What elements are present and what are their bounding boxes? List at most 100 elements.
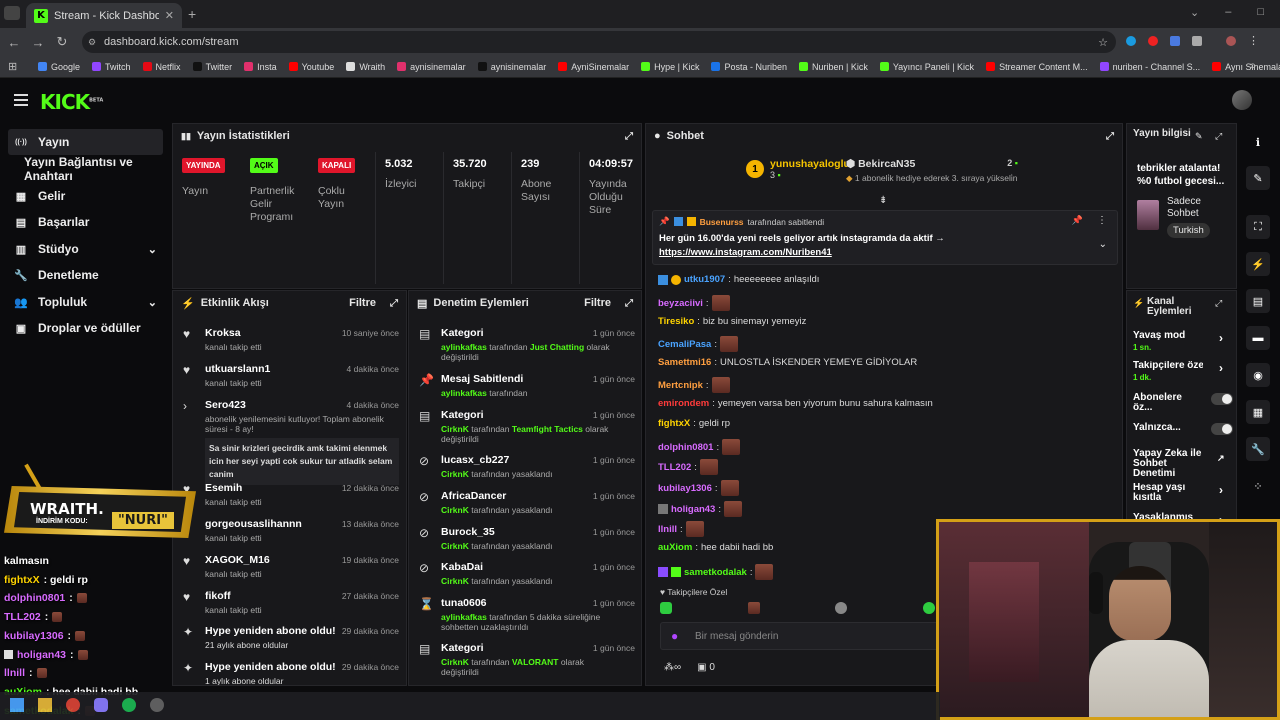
mod-actor[interactable]: aylinkafkas — [441, 612, 487, 622]
expand-icon[interactable]: ⤢ — [625, 298, 633, 309]
chat-username[interactable]: dolphin0801 — [658, 442, 713, 453]
maximize-icon[interactable]: □ — [1257, 6, 1264, 19]
chat-username[interactable]: auXiom — [658, 542, 692, 553]
chevron-right-icon[interactable]: › — [1219, 361, 1223, 375]
layout-icon[interactable]: ▦ — [1246, 400, 1270, 424]
browser-icon[interactable] — [66, 698, 80, 712]
reload-icon[interactable]: ↻ — [50, 34, 74, 50]
emote-icon[interactable] — [835, 602, 848, 614]
mod-actor[interactable]: CirknK — [441, 541, 469, 551]
hamburger-menu-icon[interactable] — [14, 94, 28, 106]
fullscreen-icon[interactable]: ⛶ — [1246, 215, 1270, 239]
chevron-down-icon[interactable]: ⌄ — [148, 296, 157, 309]
toggle-switch[interactable] — [1211, 423, 1233, 435]
discord-icon[interactable] — [94, 698, 108, 712]
expand-icon[interactable]: ⤢ — [390, 298, 398, 309]
mod-actor[interactable]: aylinkafkas — [441, 342, 487, 352]
bookmark-item[interactable]: Youtube — [288, 62, 334, 72]
chat-username[interactable]: fightxX — [658, 418, 690, 429]
unpin-icon[interactable]: 📌 — [1072, 215, 1083, 226]
chat-username[interactable]: TLL202 — [658, 462, 691, 473]
chat-username[interactable]: Mertcnipk — [658, 380, 703, 391]
windows-start-icon[interactable] — [10, 698, 24, 712]
chat-username[interactable]: llnill — [658, 524, 677, 535]
tab-close-icon[interactable]: ✕ — [165, 9, 174, 22]
expand-icon[interactable]: ⤢ — [1106, 131, 1114, 142]
apps-icon[interactable]: ⁘ — [1246, 474, 1270, 498]
sidebar-item-4[interactable]: ▥ Stüdyo ⌄ — [8, 236, 163, 262]
back-icon[interactable]: ← — [2, 35, 26, 50]
mod-actor[interactable]: CirknK — [441, 505, 469, 515]
info-icon[interactable]: ℹ — [1246, 130, 1270, 154]
emote-icon[interactable] — [922, 602, 935, 614]
bookmark-item[interactable]: Aynı Sinemalar - Ça... — [1212, 62, 1280, 72]
broadcast-icon[interactable]: ◉ — [1246, 363, 1270, 387]
bookmark-item[interactable]: aynisinemalar — [397, 62, 466, 72]
expand-icon[interactable]: ⤢ — [1215, 298, 1222, 309]
menu-dots-icon[interactable]: ⋮ — [1248, 36, 1259, 47]
extension-icon[interactable] — [1126, 36, 1136, 46]
points-icon[interactable]: ⁂∞ — [664, 662, 681, 673]
bookmark-item[interactable]: Nuriben | Kick — [798, 62, 868, 72]
bookmark-item[interactable]: Posta - Nuriben — [711, 62, 787, 72]
more-icon[interactable]: ⋮ — [1097, 215, 1107, 226]
chevron-right-icon[interactable]: › — [1219, 483, 1223, 497]
channel-action-item[interactable]: Hesap yaşı kısıtla › — [1133, 483, 1233, 503]
kick-logo[interactable]: KICKBETA — [40, 90, 103, 114]
emote-icon[interactable] — [747, 602, 760, 614]
forward-icon[interactable]: → — [26, 35, 50, 50]
external-link-icon[interactable]: ↗ — [1217, 453, 1225, 464]
chat-username[interactable]: Tiresiko — [658, 316, 694, 327]
chat-username[interactable]: emirondem — [658, 398, 709, 409]
clipboard-icon[interactable]: ▤ — [1246, 289, 1270, 313]
channel-action-item[interactable]: Abonelere öz... — [1133, 393, 1233, 413]
channel-action-item[interactable]: Yalnızca... — [1133, 423, 1233, 435]
chat-username[interactable]: utku1907 — [684, 274, 725, 285]
extension-icon[interactable] — [1170, 36, 1180, 46]
folder-icon[interactable] — [38, 698, 52, 712]
wrench-icon[interactable]: 🔧 — [1246, 437, 1270, 461]
pinned-link[interactable]: https://www.instagram.com/Nuriben41 — [659, 247, 832, 258]
bookmark-item[interactable]: AyniSinemalar — [558, 62, 629, 72]
bookmark-item[interactable]: Insta — [244, 62, 277, 72]
chat-bubble-icon[interactable]: ▬ — [1246, 326, 1270, 350]
user-avatar[interactable] — [1232, 90, 1252, 110]
mod-actor[interactable]: CirknK — [441, 657, 469, 667]
mod-actor[interactable]: CirknK — [441, 576, 469, 586]
toggle-switch[interactable] — [1211, 393, 1233, 405]
mod-actor[interactable]: CirknK — [441, 424, 469, 434]
scroll-down-icon[interactable]: ⇟ — [879, 195, 887, 206]
new-tab-button[interactable]: + — [188, 6, 196, 22]
mod-actor[interactable]: CirknK — [441, 469, 469, 479]
extension-icon[interactable] — [1148, 36, 1158, 46]
sidebar-item-1[interactable]: Yayın Bağlantısı ve Anahtarı — [8, 155, 163, 183]
lightning-icon[interactable]: ⚡ — [1246, 252, 1270, 276]
site-info-icon[interactable]: ⚙ — [88, 37, 96, 48]
filter-button[interactable]: Filtre — [584, 297, 611, 309]
mod-actor[interactable]: aylinkafkas — [441, 388, 487, 398]
expand-icon[interactable]: ⤢ — [625, 131, 633, 142]
gift-target[interactable]: ⬢ BekircaN35 2 ▪ ◆ 1 aboneli̇k hediye ede… — [846, 158, 1086, 184]
puzzle-icon[interactable] — [1192, 36, 1202, 46]
sidebar-item-0[interactable]: ((·)) Yayın — [8, 129, 163, 155]
bookmark-item[interactable]: aynisinemalar — [477, 62, 546, 72]
sidebar-item-7[interactable]: ▣ Droplar ve ödüller — [8, 315, 163, 341]
browser-tab[interactable]: K Stream - Kick Dashboard ✕ — [26, 3, 182, 28]
chat-username[interactable]: CemaliPasa — [658, 339, 711, 350]
chat-username[interactable]: kubilay1306 — [658, 483, 712, 494]
chevron-right-icon[interactable]: › — [1219, 331, 1223, 345]
tab-search-icon[interactable] — [4, 6, 20, 20]
emote-icon[interactable] — [660, 602, 672, 614]
bookmark-item[interactable]: Yayıncı Paneli | Kick — [879, 62, 974, 72]
bookmarks-more-icon[interactable]: » — [1250, 60, 1256, 72]
chevron-down-icon[interactable]: ⌄ — [148, 243, 157, 256]
mic-icon[interactable]: ● — [671, 629, 678, 643]
bookmark-item[interactable]: Hype | Kick — [641, 62, 699, 72]
sidebar-item-2[interactable]: ▦ Gelir — [8, 183, 163, 209]
minimize-icon[interactable]: – — [1225, 6, 1231, 19]
spotify-icon[interactable] — [122, 698, 136, 712]
bookmark-item[interactable]: Twitter — [192, 62, 232, 72]
dropdown-icon[interactable]: ⌄ — [1190, 6, 1199, 19]
bookmark-item[interactable]: Google — [38, 62, 80, 72]
bookmark-item[interactable]: Streamer Content M... — [986, 62, 1088, 72]
